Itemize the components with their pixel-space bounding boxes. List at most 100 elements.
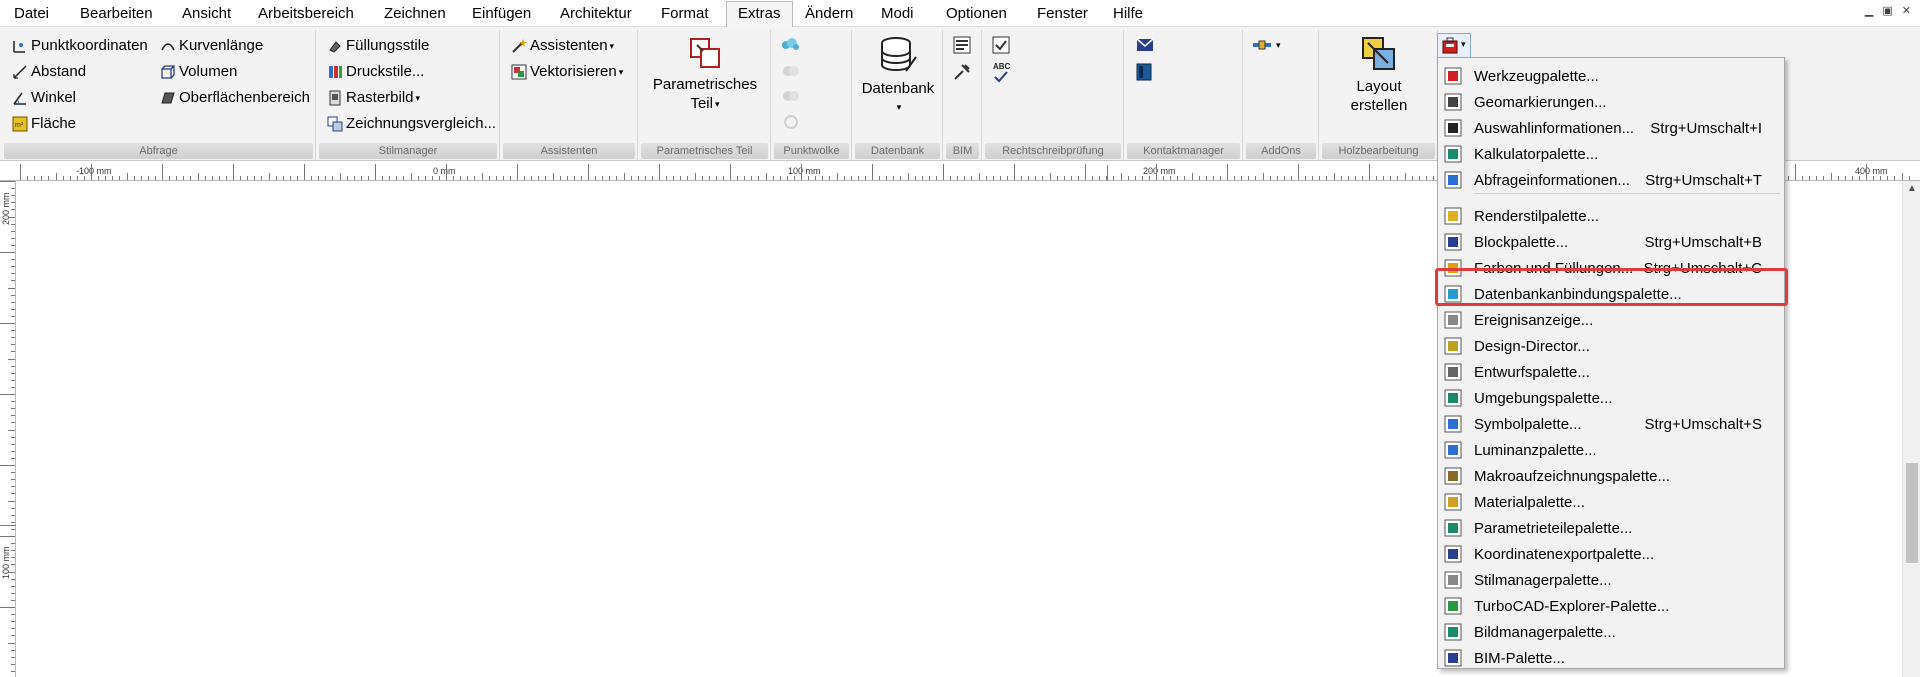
ruler-tick xyxy=(1014,164,1015,180)
dropdown-item-label: Luminanzpalette... xyxy=(1474,441,1597,459)
oberflaechenbereich-button[interactable]: Oberflächenbereich xyxy=(160,87,310,109)
druckstile-button[interactable]: Druckstile... xyxy=(327,61,424,83)
parametric-part-icon xyxy=(690,38,720,68)
fuellungsstile-button[interactable]: Füllungsstile xyxy=(327,35,429,57)
spellcheck-check-icon[interactable] xyxy=(992,36,1010,54)
ruler-tick xyxy=(715,176,717,180)
volumen-button[interactable]: Volumen xyxy=(160,61,237,83)
dropdown-item-18[interactable]: Parametrieteilepalette... xyxy=(1438,515,1784,541)
ruler-tick xyxy=(1851,176,1853,180)
dropdown-item-7[interactable]: Blockpalette... Strg+Umschalt+B xyxy=(1438,229,1784,255)
winkel-button[interactable]: Winkel xyxy=(12,87,76,109)
menu-hilfe[interactable]: Hilfe xyxy=(1113,4,1143,24)
ruler-tick xyxy=(0,252,15,253)
ruler-tick xyxy=(20,164,21,180)
dropdown-item-17[interactable]: Materialpalette... xyxy=(1438,489,1784,515)
email-icon[interactable] xyxy=(1136,38,1154,52)
bim-settings-icon[interactable] xyxy=(953,36,971,54)
menu-format[interactable]: Format xyxy=(661,4,709,24)
point-cloud-import-icon[interactable] xyxy=(780,36,802,54)
ruler-tick xyxy=(133,176,135,180)
ruler-tick xyxy=(169,176,171,180)
rasterbild-button[interactable]: Rasterbild ▾ xyxy=(327,87,420,109)
ruler-tick xyxy=(11,436,15,438)
symbol-icon xyxy=(1444,415,1462,433)
menu-modi[interactable]: Modi xyxy=(881,4,914,24)
dropdown-item-13[interactable]: Umgebungspalette... xyxy=(1438,385,1784,411)
spellcheck-abc-button[interactable]: ABC xyxy=(991,62,1013,84)
dropdown-item-4[interactable]: Kalkulatorpalette... xyxy=(1438,141,1784,167)
ruler-tick xyxy=(11,578,15,580)
dropdown-item-label: Geomarkierungen... xyxy=(1474,93,1607,111)
parametrisches-teil-button[interactable]: Parametrisches Teil ▾ xyxy=(643,35,767,114)
ruler-label: 100 mm xyxy=(788,166,821,176)
ruler-tick xyxy=(48,176,50,180)
menu-optionen[interactable]: Optionen xyxy=(946,4,1007,24)
dropdown-item-12[interactable]: Entwurfspalette... xyxy=(1438,359,1784,385)
menu-ansicht[interactable]: Ansicht xyxy=(182,4,231,24)
dropdown-item-11[interactable]: Design-Director... xyxy=(1438,333,1784,359)
menu-aendern[interactable]: Ändern xyxy=(805,4,853,24)
menu-zeichnen[interactable]: Zeichnen xyxy=(384,4,446,24)
flaeche-button[interactable]: m² Fläche xyxy=(12,113,76,135)
datenbank-button[interactable]: Datenbank ▾ xyxy=(855,35,941,117)
dropdown-item-6[interactable]: Renderstilpalette... xyxy=(1438,203,1784,229)
ruler-tick xyxy=(211,176,213,180)
dropdown-item-5[interactable]: Abfrageinformationen... Strg+Umschalt+T xyxy=(1438,167,1784,193)
ruler-tick xyxy=(183,176,185,180)
dropdown-item-2[interactable]: Geomarkierungen... xyxy=(1438,89,1784,115)
zeichnungsvergleich-button[interactable]: Zeichnungsvergleich... xyxy=(327,113,496,135)
dropdown-item-23[interactable]: BIM-Palette... xyxy=(1438,645,1784,671)
window-controls[interactable]: ▁ ▣ ✕ xyxy=(1865,4,1914,17)
check-icon xyxy=(994,71,1008,83)
ruler-tick xyxy=(11,202,15,204)
ruler-tick xyxy=(1241,176,1243,180)
menu-arbeitsbereich[interactable]: Arbeitsbereich xyxy=(258,4,354,24)
menu-einfuegen[interactable]: Einfügen xyxy=(472,4,531,24)
scroll-up-arrow-icon[interactable]: ▲ xyxy=(1903,183,1920,194)
ruler-tick xyxy=(11,457,15,459)
dropdown-item-15[interactable]: Luminanzpalette... xyxy=(1438,437,1784,463)
dropdown-item-label: Makroaufzeichnungspalette... xyxy=(1474,467,1670,485)
ruler-tick xyxy=(410,173,412,180)
menu-extras[interactable]: Extras xyxy=(726,1,793,27)
dropdown-item-19[interactable]: Koordinatenexportpalette... xyxy=(1438,541,1784,567)
menu-fenster[interactable]: Fenster xyxy=(1037,4,1088,24)
bim-tools-icon[interactable] xyxy=(953,63,971,81)
dropdown-item-21[interactable]: TurboCAD-Explorer-Palette... xyxy=(1438,593,1784,619)
ruler-tick xyxy=(602,176,604,180)
vertical-scrollbar[interactable]: ▲ xyxy=(1902,181,1920,677)
vektorisieren-button[interactable]: Vektorisieren ▾ xyxy=(511,61,623,83)
dropdown-item-3[interactable]: Auswahlinformationen... Strg+Umschalt+I xyxy=(1438,115,1784,141)
ruler-tick xyxy=(11,443,15,445)
ruler-tick xyxy=(1212,176,1214,180)
ruler-tick xyxy=(0,607,15,608)
menu-datei[interactable]: Datei xyxy=(14,4,49,24)
ruler-tick xyxy=(545,176,547,180)
kurvenlaenge-button[interactable]: Kurvenlänge xyxy=(160,35,263,57)
dropdown-item-label: BIM-Palette... xyxy=(1474,649,1565,667)
surface-area-icon xyxy=(161,92,175,104)
ruler-tick xyxy=(353,176,355,180)
dropdown-item-10[interactable]: Ereignisanzeige... xyxy=(1438,307,1784,333)
scrollbar-thumb[interactable] xyxy=(1906,463,1918,563)
contact-book-icon[interactable] xyxy=(1136,63,1152,81)
assistenten-button[interactable]: Assistenten ▾ xyxy=(511,35,614,57)
ruler-tick xyxy=(11,209,15,211)
dropdown-item-22[interactable]: Bildmanagerpalette... xyxy=(1438,619,1784,645)
addons-satellite-button[interactable]: ▾ xyxy=(1252,36,1284,56)
dropdown-item-14[interactable]: Symbolpalette... Strg+Umschalt+S xyxy=(1438,411,1784,437)
ruler-tick xyxy=(0,394,15,395)
database-icon xyxy=(881,37,917,72)
dropdown-item-16[interactable]: Makroaufzeichnungspalette... xyxy=(1438,463,1784,489)
layout-erstellen-button[interactable]: Layout erstellen xyxy=(1324,35,1434,115)
ruler-tick xyxy=(467,176,469,180)
menu-architektur[interactable]: Architektur xyxy=(560,4,632,24)
dropdown-item-20[interactable]: Stilmanagerpalette... xyxy=(1438,567,1784,593)
dropdown-item-1[interactable]: Werkzeugpalette... xyxy=(1438,63,1784,89)
abstand-button[interactable]: Abstand xyxy=(12,61,86,83)
palettes-dropdown-button[interactable]: ▾ xyxy=(1437,33,1471,57)
menu-bearbeiten[interactable]: Bearbeiten xyxy=(80,4,153,24)
ruler-tick xyxy=(1354,176,1356,180)
punktkoordinaten-button[interactable]: Punktkoordinaten xyxy=(12,35,148,57)
